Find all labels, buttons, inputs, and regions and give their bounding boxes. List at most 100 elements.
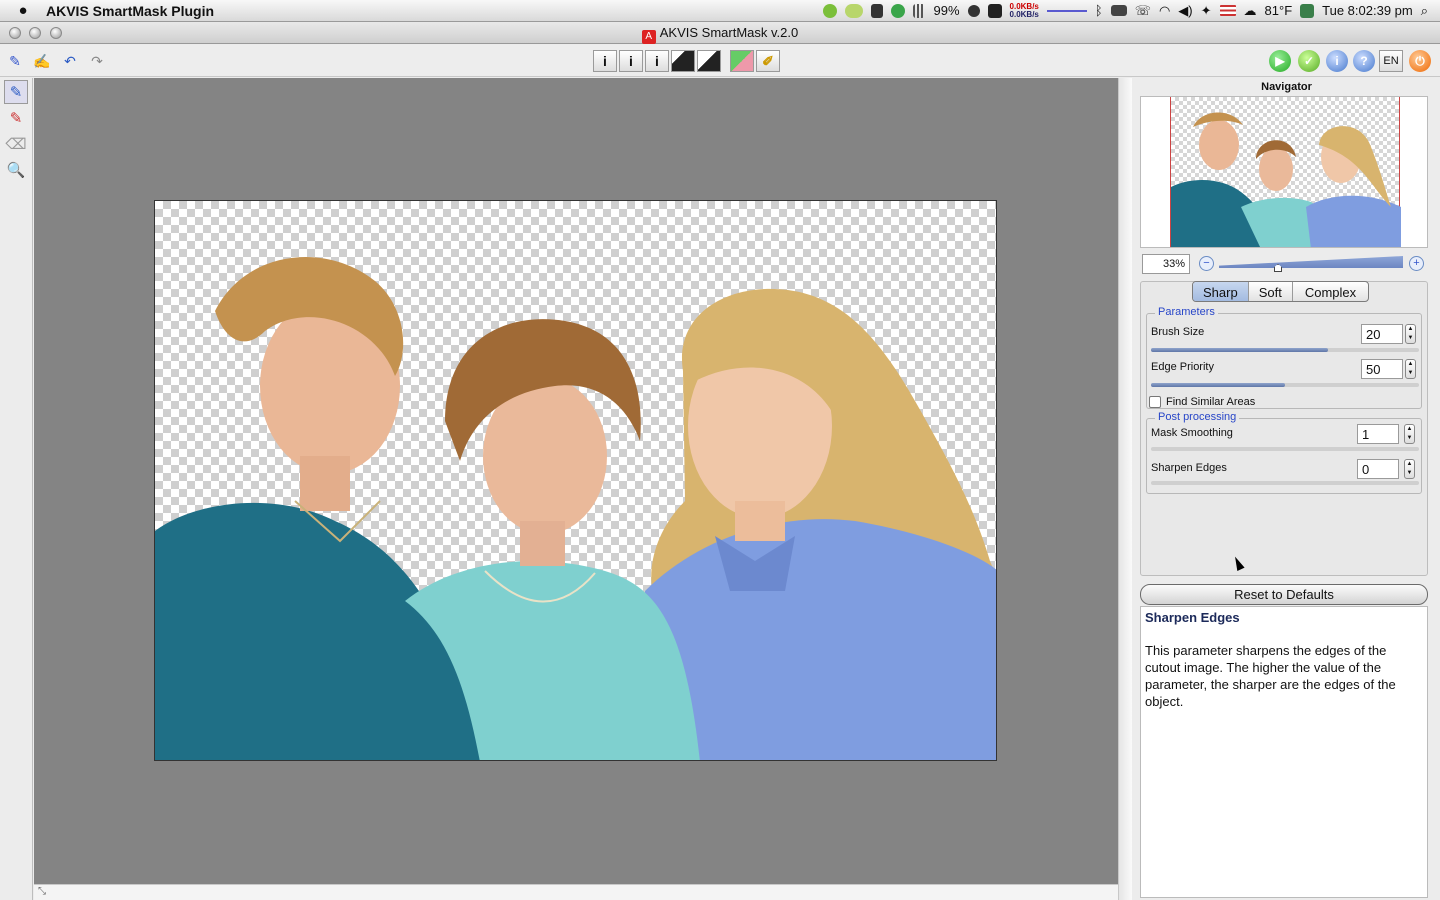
help-icon[interactable]: ? bbox=[1353, 50, 1375, 72]
sharpen-edges-label: Sharpen Edges bbox=[1151, 462, 1227, 474]
edge-priority-stepper[interactable]: ▲ ▼ bbox=[1405, 359, 1416, 379]
image-canvas[interactable] bbox=[34, 78, 1118, 884]
tab-complex[interactable]: Complex bbox=[1293, 282, 1368, 301]
edge-priority-field[interactable]: 50 bbox=[1361, 359, 1403, 379]
volume-icon[interactable]: ◀) bbox=[1178, 3, 1192, 19]
post-processing-group: Post processing Mask Smoothing 1 ▲ ▼ Shar… bbox=[1146, 411, 1422, 494]
view-mode-2-button[interactable]: i bbox=[619, 50, 643, 72]
mask-smoothing-label: Mask Smoothing bbox=[1151, 427, 1233, 439]
navigator-label: Navigator bbox=[1261, 81, 1312, 93]
find-similar-areas-option[interactable]: Find Similar Areas bbox=[1149, 396, 1255, 408]
bluetooth-icon[interactable]: ᛒ bbox=[1095, 3, 1103, 18]
edge-priority-slider[interactable] bbox=[1151, 383, 1419, 387]
save-image-icon[interactable]: ✍ bbox=[31, 50, 53, 72]
input-flag-icon[interactable] bbox=[1219, 5, 1236, 16]
help-title: Sharpen Edges bbox=[1145, 610, 1240, 625]
menu-bar: ● AKVIS SmartMask Plugin 99% 0.0KB/s 0.0K… bbox=[0, 0, 1440, 22]
eraser-tool-icon[interactable]: ⌫ bbox=[4, 132, 28, 156]
brush-size-slider[interactable] bbox=[1151, 348, 1419, 352]
display-icon[interactable] bbox=[1110, 5, 1127, 16]
resize-corner-icon[interactable]: ⤡ bbox=[38, 886, 46, 897]
script-icon[interactable]: ✦ bbox=[1201, 3, 1212, 19]
parameters-group: Parameters Brush Size 20 ▲ ▼ Edge Priorit… bbox=[1146, 306, 1422, 409]
mode-tabs: Sharp Soft Complex bbox=[1192, 281, 1370, 302]
akvis-logo-icon: A bbox=[641, 30, 656, 44]
horizontal-scrollbar[interactable]: ⤡ bbox=[34, 884, 1118, 900]
navigator-thumbnail[interactable] bbox=[1170, 97, 1401, 247]
app-menu-name[interactable]: AKVIS SmartMask Plugin bbox=[46, 3, 214, 19]
status-chat-icon[interactable] bbox=[845, 3, 864, 18]
parameters-title: Parameters bbox=[1155, 306, 1218, 318]
background-color-button[interactable] bbox=[730, 50, 754, 72]
tools-panel: ✎ ✎ ⌫ 🔍 bbox=[0, 78, 33, 900]
view-mode-3-button[interactable]: i bbox=[645, 50, 669, 72]
language-button[interactable]: EN bbox=[1379, 50, 1403, 72]
window-title: A AKVIS SmartMask v.2.0 bbox=[0, 25, 1440, 44]
zoom-out-icon[interactable]: − bbox=[1199, 256, 1214, 271]
battery-icon[interactable] bbox=[913, 3, 926, 18]
info-icon[interactable]: i bbox=[1326, 50, 1348, 72]
view-mode-5-button[interactable] bbox=[697, 50, 721, 72]
vertical-scrollbar[interactable] bbox=[1118, 78, 1132, 900]
brush-size-slider-fill bbox=[1151, 348, 1328, 352]
mask-smoothing-stepper[interactable]: ▲ ▼ bbox=[1404, 424, 1415, 444]
spotlight-search-icon[interactable]: ⌕ bbox=[1421, 3, 1428, 19]
settings-panel: Navigator 33% − + Sharp Soft Complex Par… bbox=[1133, 78, 1440, 900]
undo-icon[interactable]: ↶ bbox=[59, 50, 81, 72]
status-globe-icon[interactable] bbox=[891, 3, 906, 18]
redo-icon[interactable]: ↷ bbox=[86, 50, 108, 72]
sharpen-edges-field[interactable]: 0 bbox=[1357, 459, 1399, 479]
keep-pencil-tool-icon[interactable]: ✎ bbox=[4, 80, 28, 104]
temperature[interactable]: 81°F bbox=[1265, 3, 1293, 18]
navigator-thumbnail-image bbox=[1171, 112, 1401, 247]
menu-extras: 99% 0.0KB/s 0.0KB/s ᛒ ☏ ◠ ◀) ✦ ☁ 81°F Tue… bbox=[823, 2, 1440, 19]
edge-priority-slider-fill bbox=[1151, 383, 1285, 387]
reset-to-defaults-button[interactable]: Reset to Defaults bbox=[1140, 584, 1428, 605]
apple-menu-icon[interactable]: ● bbox=[0, 2, 46, 19]
sharpen-edges-stepper[interactable]: ▲ ▼ bbox=[1404, 459, 1415, 479]
cutout-photo[interactable] bbox=[154, 200, 997, 761]
find-similar-label: Find Similar Areas bbox=[1166, 396, 1256, 408]
spaces-icon[interactable] bbox=[987, 3, 1002, 18]
user-icon[interactable] bbox=[1300, 3, 1315, 18]
mask-smoothing-slider[interactable] bbox=[1151, 447, 1419, 451]
sharpen-edges-slider[interactable] bbox=[1151, 481, 1419, 485]
fill-pencil-button[interactable]: ✐ bbox=[756, 50, 780, 72]
weather-icon[interactable]: ☁ bbox=[1244, 3, 1257, 19]
people-cutout-image bbox=[155, 257, 996, 760]
status-evernote-icon[interactable] bbox=[871, 3, 884, 18]
battery-percent: 99% bbox=[933, 3, 960, 18]
view-mode-4-button[interactable] bbox=[671, 50, 695, 72]
timemachine-icon[interactable] bbox=[967, 4, 980, 17]
brush-size-stepper[interactable]: ▲ ▼ bbox=[1405, 324, 1416, 344]
find-similar-checkbox[interactable] bbox=[1149, 396, 1161, 408]
open-image-icon[interactable]: ✎ bbox=[4, 50, 26, 72]
power-icon[interactable]: ⏻ bbox=[1409, 50, 1431, 72]
brush-size-field[interactable]: 20 bbox=[1361, 324, 1403, 344]
drop-pencil-tool-icon[interactable]: ✎ bbox=[4, 106, 28, 130]
network-monitor[interactable]: 0.0KB/s 0.0KB/s bbox=[1010, 2, 1039, 19]
wifi-icon[interactable]: ◠ bbox=[1159, 3, 1170, 19]
edge-priority-label: Edge Priority bbox=[1151, 361, 1214, 373]
tab-sharp[interactable]: Sharp bbox=[1193, 282, 1249, 301]
network-graph bbox=[1046, 9, 1087, 12]
help-panel: Sharpen Edges This parameter sharpens th… bbox=[1140, 606, 1428, 898]
tab-soft[interactable]: Soft bbox=[1249, 282, 1293, 301]
navigator-preview[interactable] bbox=[1140, 96, 1428, 248]
run-icon[interactable]: ▶ bbox=[1269, 50, 1291, 72]
zoom-slider[interactable] bbox=[1219, 256, 1403, 272]
phone-icon[interactable]: ☏ bbox=[1135, 3, 1151, 19]
clock[interactable]: Tue 8:02:39 pm bbox=[1322, 3, 1413, 18]
zoom-percent-field[interactable]: 33% bbox=[1142, 254, 1190, 274]
zoom-in-icon[interactable]: + bbox=[1409, 256, 1424, 271]
window-titlebar: A AKVIS SmartMask v.2.0 bbox=[0, 22, 1440, 44]
view-mode-1-button[interactable]: i bbox=[593, 50, 617, 72]
mask-smoothing-field[interactable]: 1 bbox=[1357, 424, 1399, 444]
help-text: This parameter sharpens the edges of the… bbox=[1145, 643, 1396, 709]
zoom-tool-icon[interactable]: 🔍 bbox=[4, 158, 28, 182]
status-green-icon[interactable] bbox=[823, 3, 838, 18]
zoom-slider-track[interactable] bbox=[1219, 256, 1403, 268]
main-toolbar: ✎ ✍ ↶ ↷ i i i ✐ ▶ ✓ i ? EN ⏻ bbox=[0, 45, 1440, 77]
brush-size-label: Brush Size bbox=[1151, 326, 1205, 338]
apply-icon[interactable]: ✓ bbox=[1298, 50, 1320, 72]
